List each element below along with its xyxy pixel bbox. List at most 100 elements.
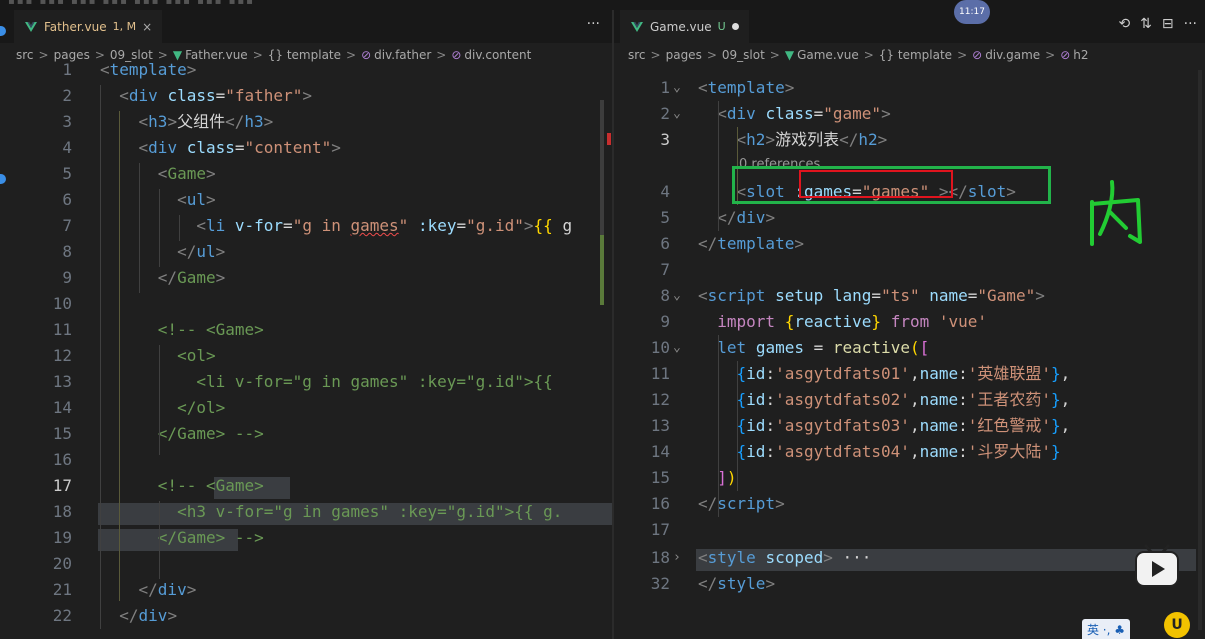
code-line[interactable]: 1 <template> <box>0 57 612 83</box>
code-line[interactable]: 17 <box>614 517 1205 543</box>
symbol-field-icon: ⊘ <box>972 48 983 62</box>
code-line[interactable]: 15 ]) <box>614 465 1205 491</box>
ime-indicator[interactable]: 英 ·, ♣ <box>1082 619 1130 639</box>
breadcrumb-item[interactable]: src <box>628 48 646 62</box>
compare-changes-icon[interactable]: ⇅ <box>1140 16 1152 32</box>
code-text: <template> <box>698 78 795 97</box>
code-line[interactable]: 3 <h2>游戏列表</h2> <box>614 127 1205 153</box>
tab-bar-left: Father.vue 1, M × ··· <box>0 10 612 43</box>
code-text: {id:'asgytdfats01',name:'英雄联盟'}, <box>736 364 1071 383</box>
code-line[interactable]: 13 {id:'asgytdfats03',name:'红色警戒'}, <box>614 413 1205 439</box>
line-number: 4 <box>62 138 72 157</box>
code-line[interactable]: 14 {id:'asgytdfats04',name:'斗罗大陆'} <box>614 439 1205 465</box>
line-number: 5 <box>660 208 670 227</box>
indent-guide <box>119 111 120 601</box>
fold-chevron-icon[interactable]: ⌄ <box>673 335 681 361</box>
code-line[interactable]: 12 {id:'asgytdfats02',name:'王者农药'}, <box>614 387 1205 413</box>
code-line[interactable]: 32 </style> <box>614 571 1205 597</box>
fold-chevron-icon[interactable]: ⌄ <box>673 101 681 127</box>
line-number: 3 <box>660 130 670 149</box>
code-line[interactable]: 18 <h3 v-for="g in games" :key="g.id">{{… <box>0 499 612 525</box>
editor-left: Father.vue 1, M × ··· src > pages >09_slot >… <box>0 10 612 639</box>
more-actions-icon[interactable]: ··· <box>587 16 600 32</box>
code-text: {id:'asgytdfats02',name:'王者农药'}, <box>736 390 1071 409</box>
code-line[interactable]: 7 <li v-for="g in games" :key="g.id">{{ … <box>0 213 612 239</box>
code-text: </div> <box>138 580 197 599</box>
tab-game-vue[interactable]: Game.vue U <box>620 10 749 43</box>
code-line[interactable]: 16 </script> <box>614 491 1205 517</box>
fold-chevron-icon[interactable]: › <box>673 545 681 571</box>
code-line[interactable]: 16 <box>0 447 612 473</box>
breadcrumb-item[interactable]: ⊘ div.game <box>972 48 1040 62</box>
code-text: <template> <box>100 60 197 79</box>
code-line[interactable]: 18 › <style scoped> ··· <box>614 545 1205 571</box>
code-line[interactable]: 10 ⌄ let games = reactive([ <box>614 335 1205 361</box>
split-editor-icon[interactable]: ⊟ <box>1162 16 1174 32</box>
line-number: 16 <box>650 494 670 513</box>
code-line[interactable]: 9 import {reactive} from 'vue' <box>614 309 1205 335</box>
breadcrumb-item[interactable]: 09_slot <box>722 48 765 62</box>
code-text: <div class="content"> <box>138 138 341 157</box>
code-line[interactable]: 6 <ul> <box>0 187 612 213</box>
code-line[interactable]: 2 ⌄ <div class="game"> <box>614 101 1205 127</box>
line-number: 17 <box>650 520 670 539</box>
code-line[interactable]: 7 <box>614 257 1205 283</box>
code-line[interactable]: 11 <!-- <Game> <box>0 317 612 343</box>
editor-right: Game.vue U ⟲ ⇅ ⊟ ··· src > pages >09_slot > ▼… <box>614 10 1205 639</box>
breadcrumb: src > pages >09_slot > ▼ Game.vue > {} template >… <box>614 43 1205 67</box>
indent-guide <box>159 501 160 579</box>
tab-father-vue[interactable]: Father.vue 1, M × <box>14 10 163 43</box>
line-number: 4 <box>660 182 670 201</box>
breadcrumb-item[interactable]: pages <box>666 48 702 62</box>
fold-chevron-icon[interactable]: ⌄ <box>673 283 681 309</box>
code-text: <script setup lang="ts" name="Game"> <box>698 286 1045 305</box>
breadcrumb-item[interactable]: ⊘ h2 <box>1060 48 1088 62</box>
timeline-icon[interactable]: ⟲ <box>1118 16 1130 32</box>
code-line[interactable]: 19 </Game> --> <box>0 525 612 551</box>
breadcrumb-separator: > <box>863 48 874 62</box>
breadcrumb-item[interactable]: {} template <box>879 48 952 62</box>
vue-file-icon <box>631 21 643 32</box>
tab-label: Father.vue <box>44 19 107 34</box>
code-line[interactable]: 1 ⌄ <template> <box>614 75 1205 101</box>
code-text: <div class="game"> <box>717 104 891 123</box>
code-line[interactable]: 20 <box>0 551 612 577</box>
more-actions-icon[interactable]: ··· <box>1184 16 1197 32</box>
breadcrumb-item[interactable]: ▼ Game.vue <box>785 48 859 62</box>
code-line[interactable]: 13 <li v-for="g in games" :key="g.id">{{ <box>0 369 612 395</box>
code-line[interactable]: 10 <box>0 291 612 317</box>
code-line[interactable]: 12 <ol> <box>0 343 612 369</box>
code-line[interactable]: 9 </Game> <box>0 265 612 291</box>
vue-file-icon: ▼ <box>784 48 795 62</box>
code-line[interactable]: 11 {id:'asgytdfats01',name:'英雄联盟'}, <box>614 361 1205 387</box>
line-number: 22 <box>52 606 72 625</box>
code-text: </style> <box>698 574 776 593</box>
scrollbar-track[interactable] <box>1198 70 1202 630</box>
bilibili-play-icon[interactable] <box>1134 544 1180 588</box>
annotation-red-box <box>799 170 953 198</box>
line-number: 16 <box>52 450 72 469</box>
indent-guide <box>179 215 180 241</box>
code-line[interactable]: 8 ⌄ <script setup lang="ts" name="Game"> <box>614 283 1205 309</box>
code-line[interactable]: 21 </div> <box>0 577 612 603</box>
line-number: 20 <box>52 554 72 573</box>
code-line[interactable]: 4 <div class="content"> <box>0 135 612 161</box>
unsaved-dot-icon[interactable] <box>731 23 739 30</box>
code-line[interactable]: 3 <h3>父组件</h3> <box>0 109 612 135</box>
code-text: <li v-for="g in games" :key="g.id">{{ g <box>196 216 573 235</box>
indent-guide <box>718 335 719 517</box>
breadcrumb-separator: > <box>1045 48 1056 62</box>
code-line[interactable]: 17 <!-- <Game> <box>0 473 612 499</box>
code-line[interactable]: 2 <div class="father"> <box>0 83 612 109</box>
code-line[interactable]: 14 </ol> <box>0 395 612 421</box>
line-number: 5 <box>62 164 72 183</box>
modified-marker <box>600 235 604 305</box>
fold-chevron-icon[interactable]: ⌄ <box>673 75 681 101</box>
menu-bar-text: ▪▪▪ ▪▪▪ ▪▪▪ ▪▪▪ ▪▪▪ ▪▪▪ ▪▪▪ ▪▪▪ <box>8 0 255 7</box>
code-line[interactable]: 22 </div> <box>0 603 612 629</box>
code-line[interactable]: 8 </ul> <box>0 239 612 265</box>
code-line[interactable]: 15 </Game> --> <box>0 421 612 447</box>
close-icon[interactable]: × <box>142 20 152 34</box>
code-text: {id:'asgytdfats03',name:'红色警戒'}, <box>736 416 1071 435</box>
code-line[interactable]: 5 <Game> <box>0 161 612 187</box>
